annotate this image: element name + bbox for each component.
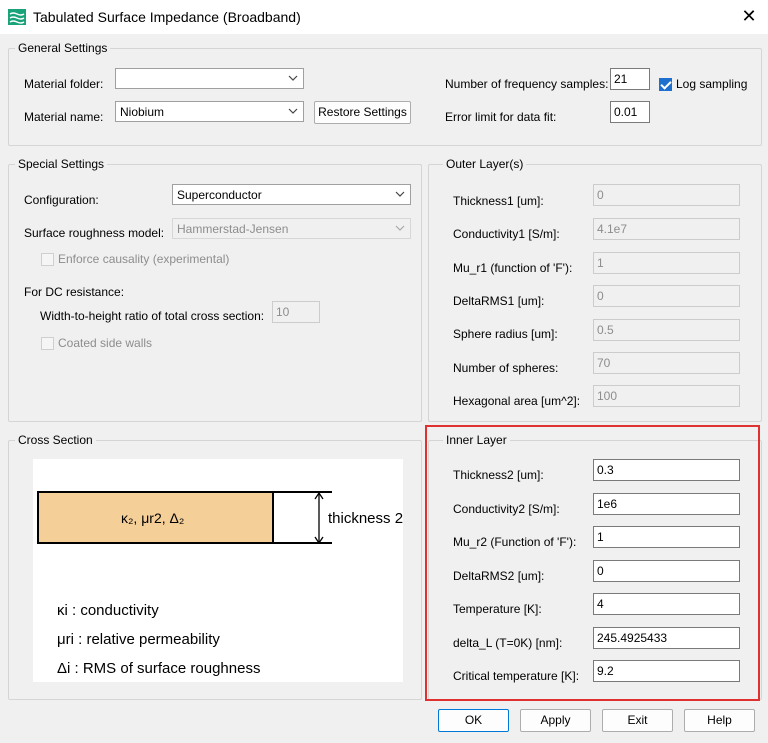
outer-field-label: Thickness1 [um]:: [453, 194, 544, 208]
dc-resistance-label: For DC resistance:: [24, 285, 125, 299]
roughness-model-label: Surface roughness model:: [24, 226, 165, 240]
close-button[interactable]: ✕: [737, 4, 761, 28]
general-settings-group: [8, 48, 762, 146]
permeability-legend: μri : relative permeability: [57, 631, 220, 648]
num-frequency-samples-label: Number of frequency samples:: [445, 77, 609, 91]
error-limit-label: Error limit for data fit:: [445, 110, 557, 124]
chevron-down-icon: [288, 75, 298, 81]
outer-thickness1-input[interactable]: [593, 184, 740, 206]
outer-conductivity1-input[interactable]: [593, 218, 740, 240]
thickness-label: thickness 2: [328, 510, 404, 527]
outer-field-label: Conductivity1 [S/m]:: [453, 227, 560, 241]
outer-hexagonal-area-input[interactable]: [593, 385, 740, 407]
window-title: Tabulated Surface Impedance (Broadband): [33, 9, 301, 25]
general-settings-legend: General Settings: [15, 41, 111, 55]
exit-button[interactable]: Exit: [602, 709, 673, 732]
log-sampling-checkbox[interactable]: [659, 78, 672, 91]
chevron-down-icon: [395, 191, 405, 197]
configuration-label: Configuration:: [24, 193, 99, 207]
coated-side-walls-label: Coated side walls: [58, 336, 153, 350]
outer-layers-legend: Outer Layer(s): [443, 157, 527, 171]
outer-field-label: DeltaRMS1 [um]:: [453, 294, 545, 308]
roughness-legend: Δi : RMS of surface roughness: [57, 660, 261, 677]
num-frequency-samples-input[interactable]: [610, 68, 650, 90]
apply-button[interactable]: Apply: [520, 709, 591, 732]
roughness-model-value: Hammerstad-Jensen: [177, 222, 289, 236]
material-name-label: Material name:: [24, 110, 104, 124]
coated-side-walls-checkbox[interactable]: [41, 337, 54, 350]
app-icon: [8, 9, 26, 25]
width-height-ratio-input[interactable]: [272, 301, 320, 323]
roughness-model-select[interactable]: Hammerstad-Jensen: [172, 218, 411, 239]
conductivity-legend: κi : conductivity: [57, 602, 159, 619]
material-folder-label: Material folder:: [24, 77, 104, 91]
ok-button[interactable]: OK: [438, 709, 509, 732]
cross-section-legend: Cross Section: [15, 433, 96, 447]
inner-layer-symbols: κ₂, μr2, Δ₂: [121, 510, 185, 526]
outer-num-spheres-input[interactable]: [593, 352, 740, 374]
cross-section-diagram: κ₂, μr2, Δ₂ thickness 2 κi : conductivit…: [33, 459, 403, 682]
material-name-select[interactable]: Niobium: [115, 101, 304, 122]
log-sampling-label[interactable]: Log sampling: [676, 77, 747, 91]
outer-mur1-input[interactable]: [593, 252, 740, 274]
outer-field-label: Number of spheres:: [453, 361, 559, 375]
restore-settings-button[interactable]: Restore Settings: [314, 101, 411, 124]
thickness-arrow-icon: [314, 491, 324, 545]
material-name-value: Niobium: [120, 105, 165, 119]
width-height-ratio-label: Width-to-height ratio of total cross sec…: [40, 309, 265, 323]
help-button[interactable]: Help: [684, 709, 755, 732]
special-settings-legend: Special Settings: [15, 157, 108, 171]
chevron-down-icon: [288, 108, 298, 114]
enforce-causality-label: Enforce causality (experimental): [58, 252, 230, 266]
outer-sphere-radius-input[interactable]: [593, 319, 740, 341]
error-limit-input[interactable]: [610, 101, 650, 123]
chevron-down-icon: [395, 225, 405, 231]
configuration-value: Superconductor: [177, 188, 262, 202]
material-folder-select[interactable]: [115, 68, 304, 89]
outer-field-label: Sphere radius [um]:: [453, 327, 558, 341]
outer-field-label: Hexagonal area [um^2]:: [453, 394, 581, 408]
configuration-select[interactable]: Superconductor: [172, 184, 411, 205]
enforce-causality-checkbox[interactable]: [41, 253, 54, 266]
close-icon: ✕: [741, 6, 757, 26]
inner-layer-highlight: [425, 425, 760, 701]
outer-deltarms1-input[interactable]: [593, 285, 740, 307]
outer-field-label: Mu_r1 (function of 'F'):: [453, 261, 573, 275]
